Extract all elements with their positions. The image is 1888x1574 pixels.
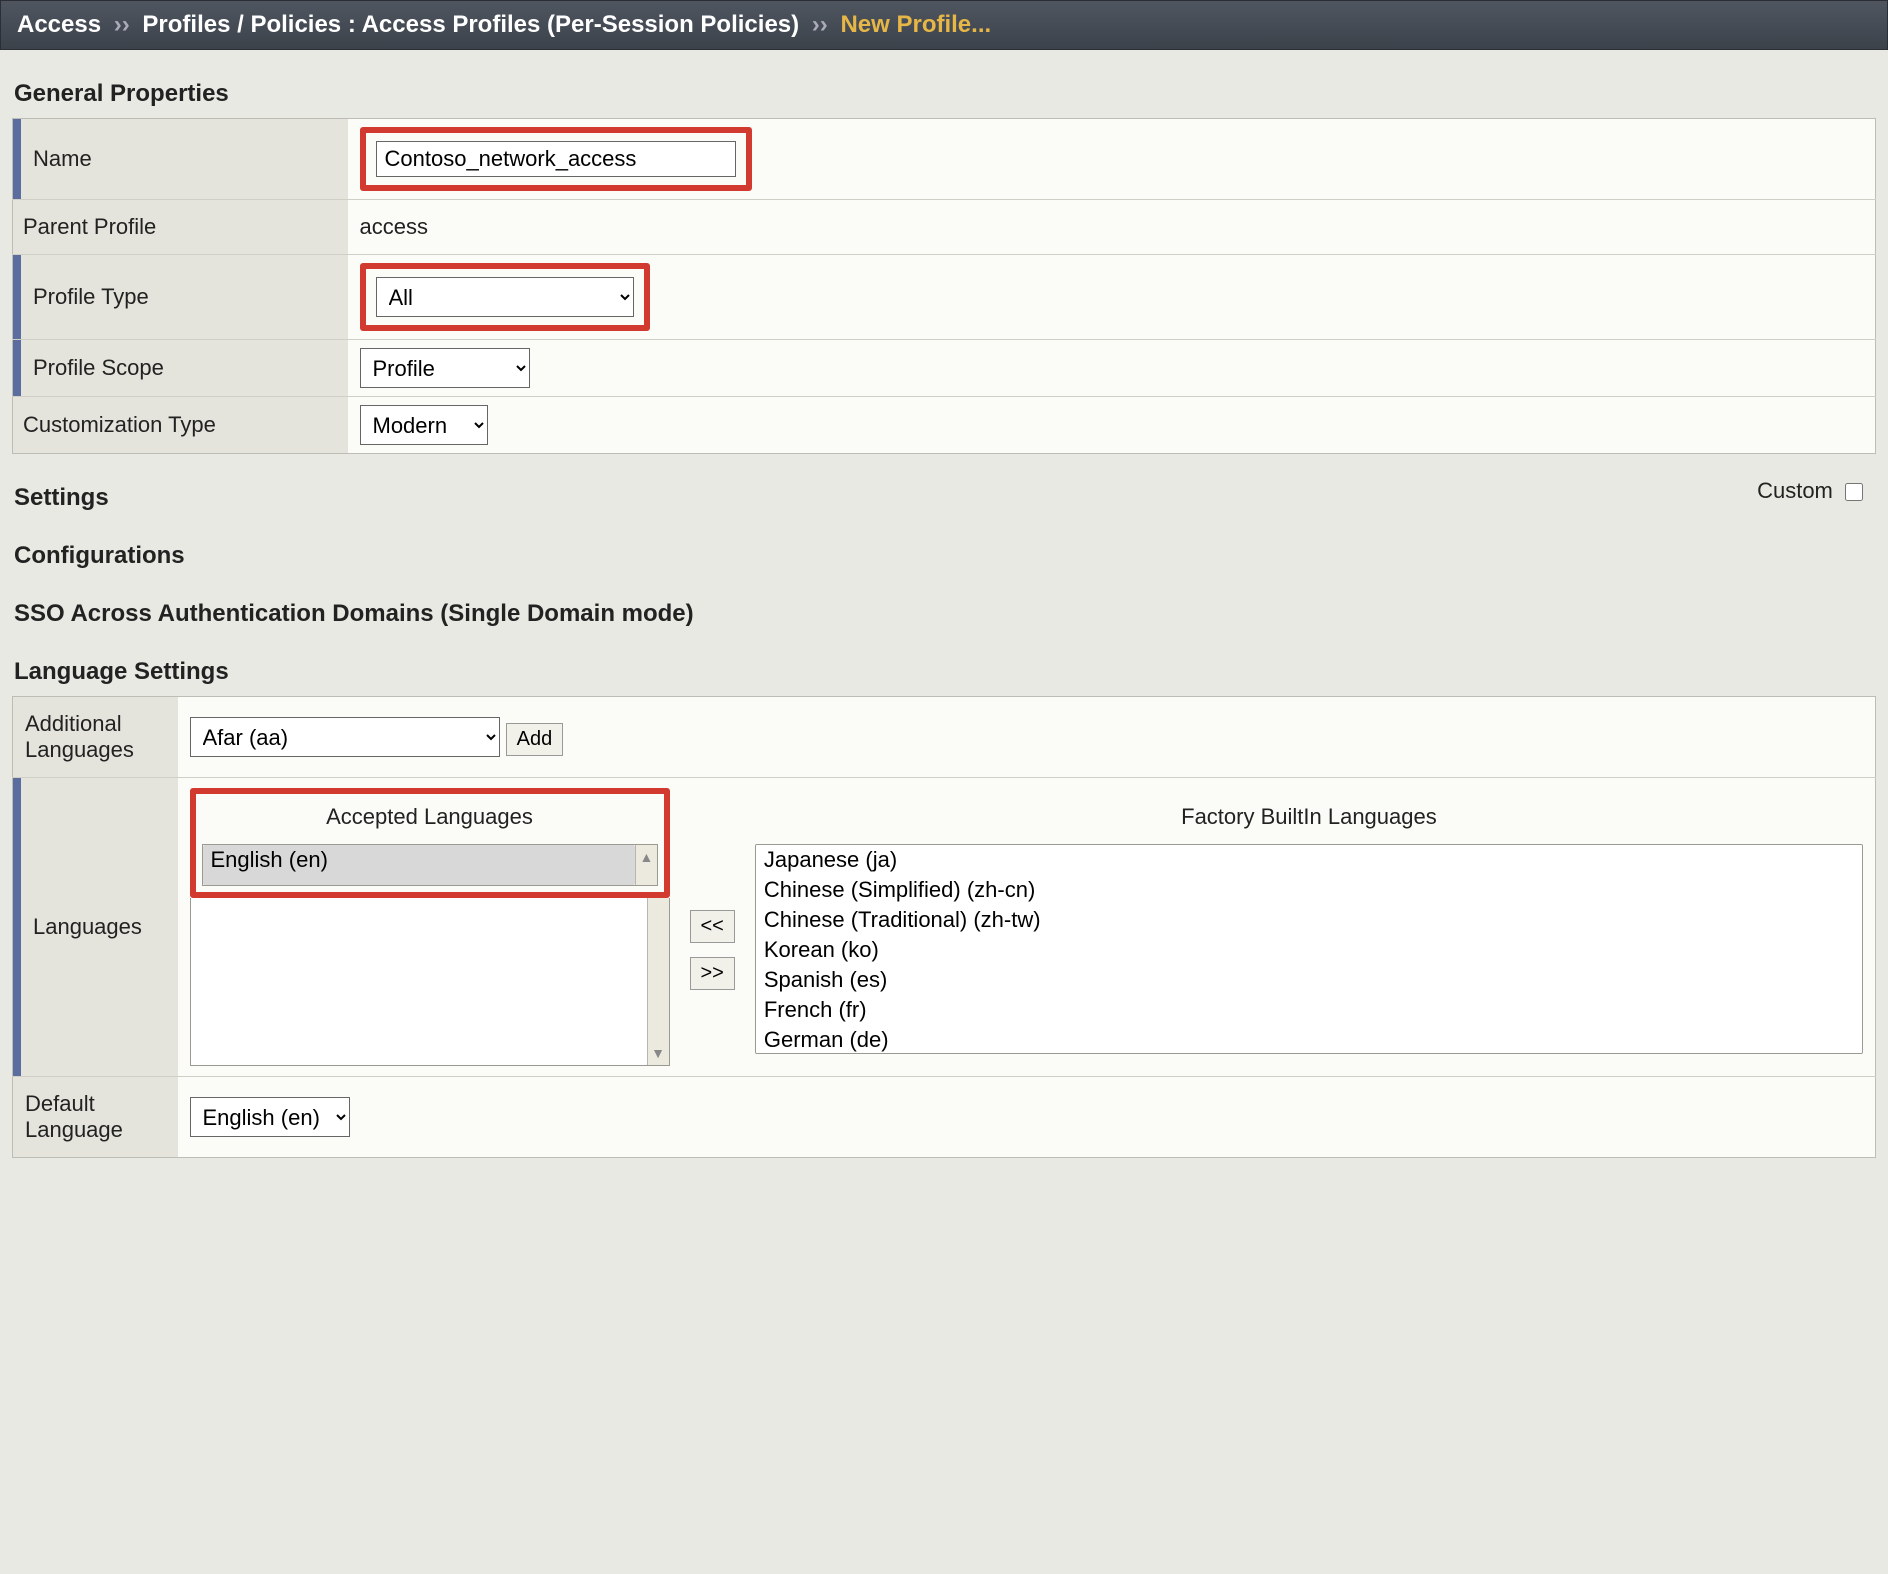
row-parent-profile: Parent Profile access — [13, 200, 1876, 255]
accepted-language-option[interactable]: English (en) — [203, 845, 636, 875]
breadcrumb-sep: ›› — [806, 11, 834, 38]
move-right-button[interactable]: >> — [690, 957, 735, 990]
breadcrumb-profiles[interactable]: Profiles / Policies : Access Profiles (P… — [142, 11, 799, 38]
breadcrumb-current: New Profile... — [840, 11, 991, 38]
factory-language-option[interactable]: Japanese (ja) — [756, 845, 1862, 875]
row-profile-scope: Profile Scope Profile — [13, 340, 1876, 397]
label-customization-type: Customization Type — [13, 397, 348, 454]
label-default-language: Default Language — [13, 1077, 178, 1158]
general-properties-table: Name Parent Profile access Profile Type … — [12, 118, 1876, 454]
row-customization-type: Customization Type Modern — [13, 397, 1876, 454]
custom-checkbox[interactable] — [1845, 483, 1863, 501]
accepted-languages-header: Accepted Languages — [202, 796, 658, 838]
scrollbar[interactable]: ▼ — [647, 898, 669, 1065]
row-additional-languages: Additional Languages Afar (aa) Add — [13, 697, 1876, 778]
profile-scope-select[interactable]: Profile — [360, 348, 530, 388]
factory-languages-header: Factory BuiltIn Languages — [755, 796, 1863, 838]
factory-language-option[interactable]: Chinese (Simplified) (zh-cn) — [756, 875, 1862, 905]
label-additional-languages: Additional Languages — [13, 697, 178, 778]
breadcrumb-sep: ›› — [108, 11, 136, 38]
customization-type-select[interactable]: Modern — [360, 405, 488, 445]
language-settings-table: Additional Languages Afar (aa) Add Langu… — [12, 696, 1876, 1158]
highlight-name — [360, 127, 752, 191]
value-parent-profile: access — [348, 200, 1876, 255]
section-general-properties: General Properties — [6, 50, 1882, 118]
factory-language-option[interactable]: Chinese (Traditional) (zh-tw) — [756, 905, 1862, 935]
factory-language-option[interactable]: Korean (ko) — [756, 935, 1862, 965]
label-parent-profile: Parent Profile — [13, 200, 348, 255]
row-languages: Languages Accepted Languages English (en… — [13, 778, 1876, 1077]
section-sso: SSO Across Authentication Domains (Singl… — [6, 580, 1882, 638]
scroll-down-icon[interactable]: ▼ — [651, 1041, 665, 1065]
name-input[interactable] — [376, 141, 736, 177]
row-default-language: Default Language English (en) — [13, 1077, 1876, 1158]
section-settings: Settings Custom — [6, 454, 1882, 522]
move-left-button[interactable]: << — [690, 910, 735, 943]
factory-languages-listbox[interactable]: Japanese (ja)Chinese (Simplified) (zh-cn… — [755, 844, 1863, 1054]
profile-type-select[interactable]: All — [376, 277, 634, 317]
scroll-up-icon[interactable]: ▲ — [640, 845, 654, 869]
accepted-languages-listbox-top[interactable]: English (en) — [203, 845, 636, 885]
section-settings-label: Settings — [14, 484, 109, 511]
label-languages: Languages — [13, 778, 178, 1077]
scrollbar[interactable]: ▲ — [635, 845, 656, 885]
label-profile-type: Profile Type — [13, 255, 348, 340]
breadcrumb-root[interactable]: Access — [17, 11, 101, 38]
factory-language-option[interactable]: Spanish (es) — [756, 965, 1862, 995]
section-language-settings: Language Settings — [6, 638, 1882, 696]
breadcrumb: Access ›› Profiles / Policies : Access P… — [0, 0, 1888, 50]
factory-language-option[interactable]: French (fr) — [756, 995, 1862, 1025]
highlight-accepted-languages: Accepted Languages English (en) ▲ — [190, 788, 670, 898]
row-profile-type: Profile Type All — [13, 255, 1876, 340]
custom-checkbox-wrap: Custom — [1757, 478, 1866, 504]
default-language-select[interactable]: English (en) — [190, 1097, 350, 1137]
row-name: Name — [13, 119, 1876, 200]
factory-language-option[interactable]: German (de) — [756, 1025, 1862, 1054]
label-profile-scope: Profile Scope — [13, 340, 348, 397]
section-configurations: Configurations — [6, 522, 1882, 580]
custom-label: Custom — [1757, 478, 1833, 503]
additional-languages-select[interactable]: Afar (aa) — [190, 717, 500, 757]
add-button[interactable]: Add — [506, 723, 564, 756]
label-name: Name — [13, 119, 348, 200]
highlight-profile-type: All — [360, 263, 650, 331]
